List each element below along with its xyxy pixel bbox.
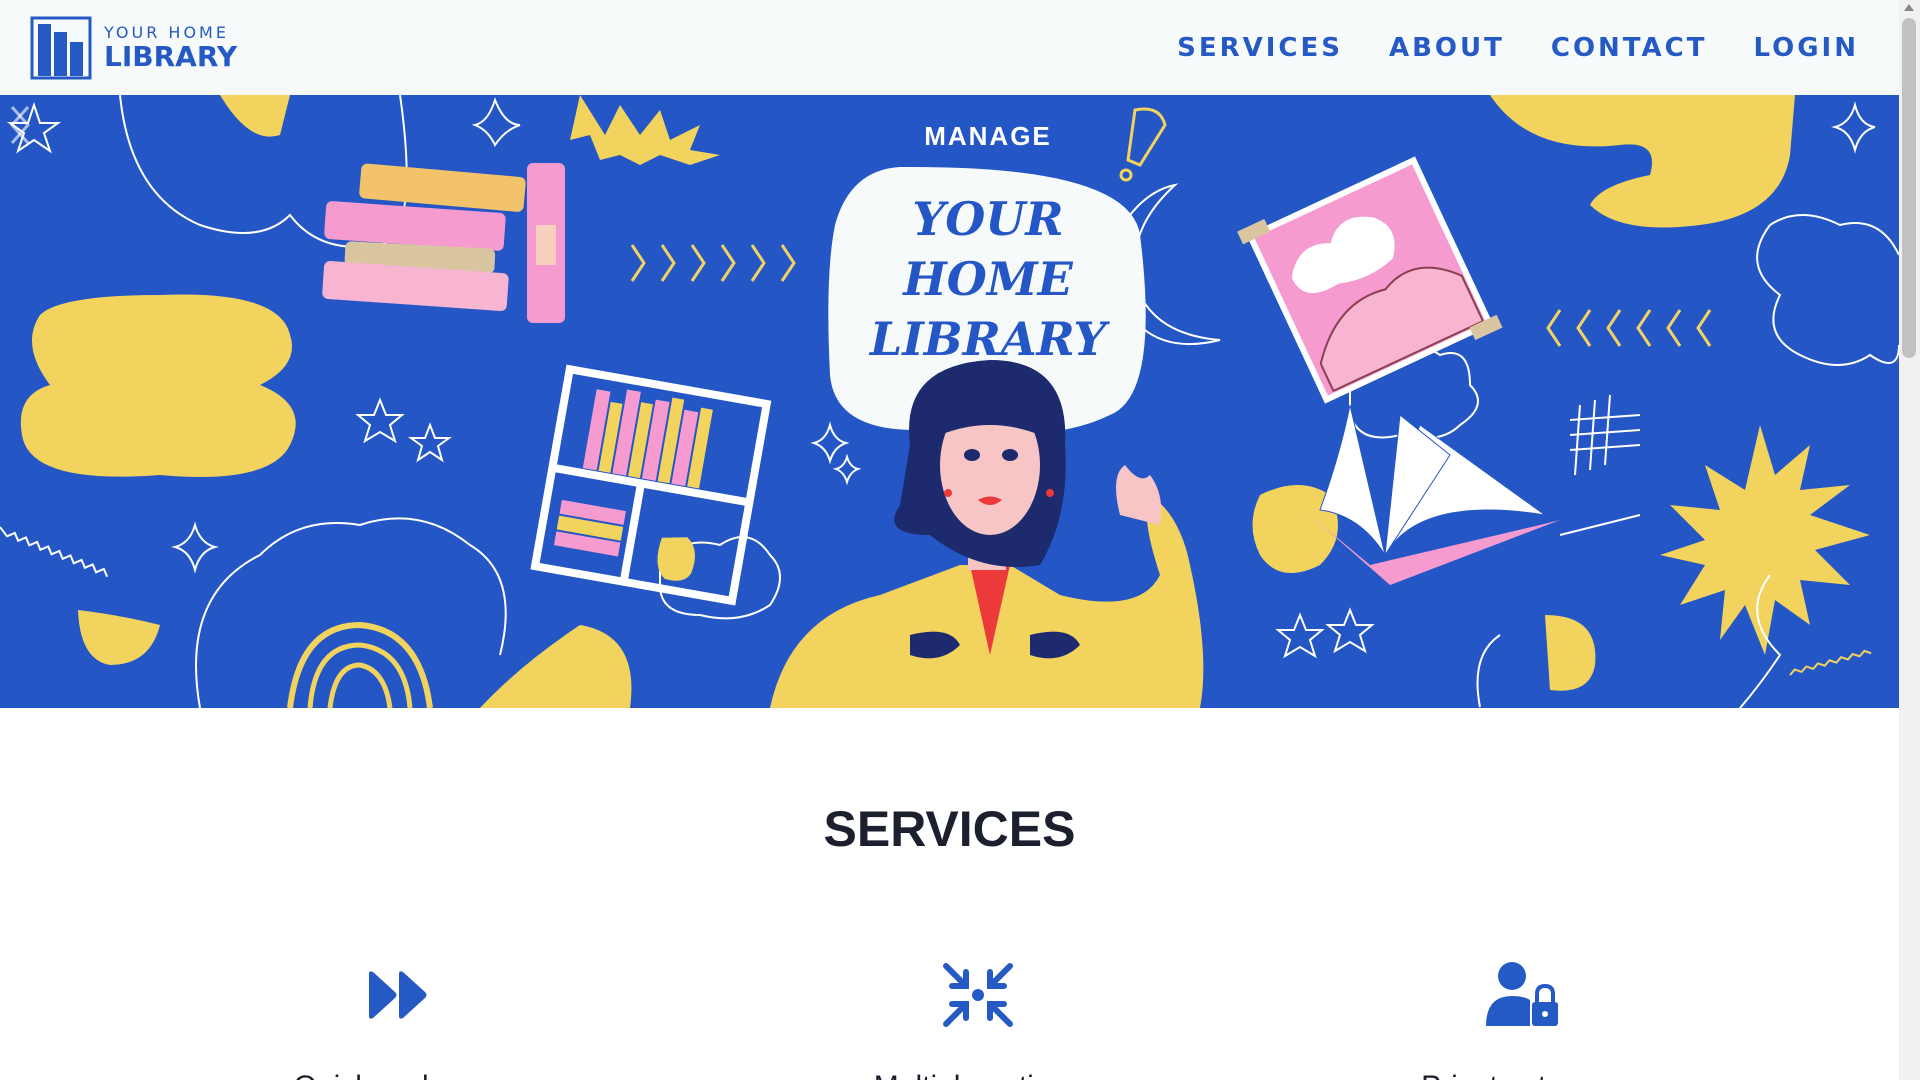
service-title: Private storage (1322, 1070, 1722, 1080)
service-multiple-options: Multiple options (778, 960, 1178, 1080)
bubble-line-2: HOME (901, 252, 1073, 306)
brand-logo-link[interactable]: YOUR HOME LIBRARY (30, 16, 237, 80)
nav-services[interactable]: SERVICES (1177, 33, 1343, 63)
bubble-line-1: YOUR (912, 192, 1063, 246)
compress-arrows-icon (943, 963, 1013, 1027)
hero-illustration: MANAGE YOUR HOME LIBRARY (0, 95, 1899, 708)
library-logo-icon (30, 16, 92, 79)
service-title: Multiple options (778, 1070, 1178, 1080)
brand-name: LIBRARY (104, 39, 238, 73)
services-heading: SERVICES (823, 801, 1076, 857)
woman-character (770, 360, 1204, 708)
scrollbar-thumb[interactable] (1902, 18, 1916, 358)
page: YOUR HOME LIBRARY SERVICES ABOUT CONTACT… (0, 0, 1899, 1080)
nav-menu: SERVICES ABOUT CONTACT LOGIN (1177, 33, 1859, 63)
service-title: Quick and easy (197, 1070, 597, 1080)
brand-text: YOUR HOME LIBRARY (104, 22, 238, 73)
page-scrollbar[interactable] (1899, 0, 1920, 1080)
service-quick-easy: Quick and easy (197, 960, 597, 1080)
scroll-up-arrow-icon[interactable] (1904, 4, 1914, 11)
navbar: YOUR HOME LIBRARY SERVICES ABOUT CONTACT… (0, 0, 1899, 95)
nav-contact[interactable]: CONTACT (1551, 33, 1708, 63)
nav-about[interactable]: ABOUT (1389, 33, 1505, 63)
fast-forward-icon (369, 971, 427, 1019)
book-stack (322, 163, 565, 323)
bookshelf (530, 364, 772, 606)
open-book (1310, 404, 1560, 585)
hero-kicker-text: MANAGE (924, 121, 1052, 151)
brand-tagline: YOUR HOME (104, 22, 229, 42)
service-private-storage: Private storage (1322, 960, 1722, 1080)
framed-picture (1237, 156, 1503, 404)
bubble-line-3: LIBRARY (868, 312, 1110, 366)
nav-login[interactable]: LOGIN (1753, 33, 1859, 63)
user-lock-icon (1486, 962, 1558, 1026)
chevron-right-icon[interactable] (0, 95, 40, 155)
hero-carousel: MANAGE YOUR HOME LIBRARY (0, 95, 1899, 708)
